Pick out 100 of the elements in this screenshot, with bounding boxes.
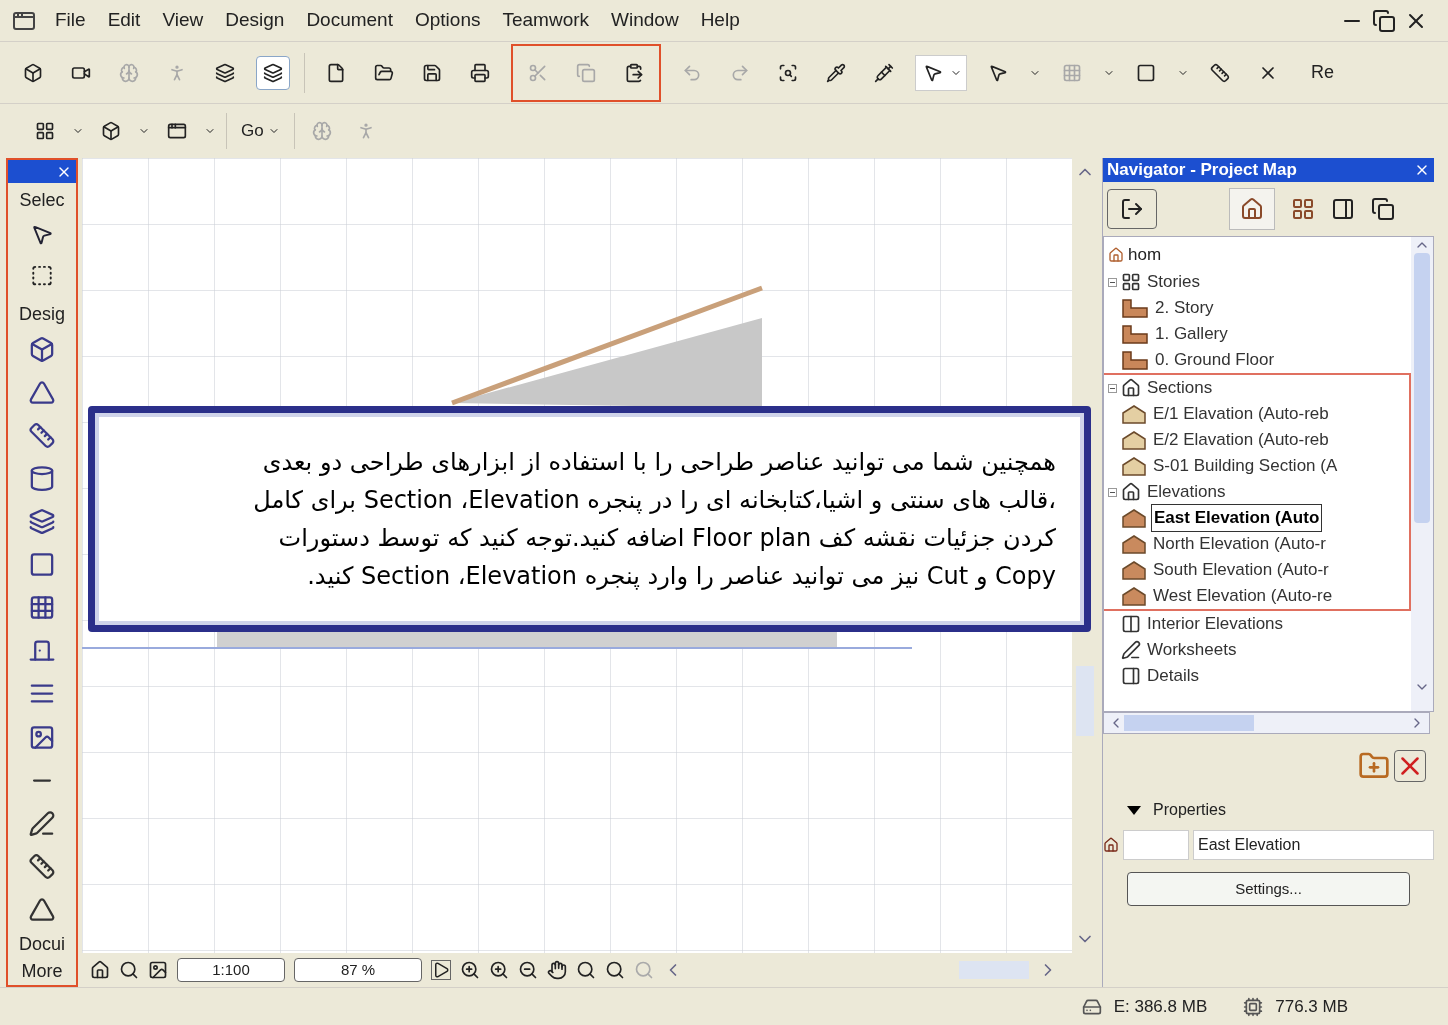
scroll-thumb[interactable] (1124, 715, 1254, 731)
toolbar-label[interactable]: Re (1311, 59, 1334, 86)
menu-item[interactable]: View (151, 6, 215, 35)
house-icon (1240, 197, 1264, 221)
project-map-tab[interactable] (1229, 188, 1275, 230)
house-icon[interactable] (90, 960, 110, 980)
chip-icon (1243, 996, 1264, 1017)
tree-item[interactable]: Stories (1145, 269, 1202, 295)
disk-space-label: E: 386.8 MB (1113, 995, 1208, 1018)
house-icon (1121, 430, 1147, 450)
tree-item[interactable]: 2. Story (1153, 295, 1216, 321)
floor-plan-icon[interactable] (1291, 197, 1315, 221)
export-icon (1120, 197, 1144, 221)
scroll-thumb[interactable] (1414, 253, 1430, 523)
arrow-pointer-icon[interactable] (30, 223, 54, 247)
panel-title: Navigator - Project Map (1107, 159, 1297, 182)
floor-icon (1121, 298, 1149, 318)
toolbox-section-label: More (21, 960, 63, 983)
tree-item[interactable]: Worksheets (1145, 637, 1239, 663)
hand-icon[interactable] (547, 960, 567, 980)
tree-item[interactable]: North Elevation (Auto-r (1151, 531, 1328, 557)
scale-field[interactable]: 1:100 (177, 958, 285, 982)
export-button[interactable] (1107, 189, 1157, 229)
toolbox-section-label: Docui (19, 933, 65, 956)
tree-item[interactable]: S-01 Building Section (A (1151, 453, 1340, 479)
menu-item[interactable]: Options (404, 6, 492, 35)
magnifier-icon[interactable] (119, 960, 139, 980)
slab-icon[interactable] (28, 508, 56, 536)
tree-item[interactable]: hom (1128, 242, 1162, 268)
tree-item[interactable]: Elevations (1145, 479, 1228, 505)
go-dropdown[interactable]: Go (237, 118, 284, 144)
settings-button[interactable]: Settings... (1127, 872, 1410, 906)
menu-item[interactable]: File (44, 6, 97, 35)
menu-item[interactable]: Window (600, 6, 690, 35)
menu-item[interactable]: Document (295, 6, 404, 35)
house-icon (1103, 837, 1119, 853)
play-icon[interactable] (431, 960, 451, 980)
copy-icon[interactable] (1371, 197, 1395, 221)
tree-item[interactable]: Sections (1145, 375, 1215, 401)
zoom-field[interactable]: 87 % (294, 958, 422, 982)
magnifier-icon[interactable] (576, 960, 596, 980)
menu-item[interactable]: Teamwork (491, 6, 601, 35)
shape-icon[interactable] (28, 551, 56, 579)
house-icon (1121, 404, 1147, 424)
scroll-thumb[interactable] (959, 961, 1029, 979)
expander-icon[interactable] (1108, 277, 1117, 287)
tree-item[interactable]: East Elevation (Auto (1151, 504, 1323, 532)
zoom-icon[interactable] (460, 960, 480, 980)
magnifier-icon[interactable] (605, 960, 625, 980)
zoom-in-icon[interactable] (489, 960, 509, 980)
scroll-thumb[interactable] (1076, 666, 1094, 736)
expander-icon[interactable] (1108, 383, 1117, 393)
window-icon[interactable] (28, 594, 56, 622)
tree-item[interactable]: 0. Ground Floor (1153, 347, 1277, 373)
house-icon (1121, 534, 1147, 554)
marquee-icon[interactable] (30, 264, 54, 288)
tree-item[interactable]: Interior Elevations (1145, 611, 1286, 637)
zoom-out-icon[interactable] (518, 960, 538, 980)
expander-icon[interactable] (1108, 487, 1117, 497)
menu-item[interactable]: Edit (96, 6, 152, 35)
picture-frame-icon[interactable] (148, 960, 168, 980)
house-icon (1121, 508, 1147, 528)
house-icon (1121, 560, 1147, 580)
wall-icon[interactable] (28, 335, 56, 363)
angle-icon[interactable] (28, 895, 56, 923)
line-icon[interactable] (28, 809, 56, 837)
toolbox-section-label: Desig (19, 302, 65, 326)
frame-icon (1121, 614, 1141, 634)
toolbox-section-label: Selec (19, 189, 65, 213)
house-icon (1121, 378, 1141, 398)
name-field[interactable]: East Elevation (1193, 830, 1434, 860)
memory-label: 776.3 MB (1275, 995, 1348, 1018)
tree-item[interactable]: West Elevation (Auto-re (1151, 583, 1335, 609)
menu-item[interactable]: Help (689, 6, 751, 35)
roof-icon[interactable] (28, 378, 56, 406)
pencil-icon (1121, 640, 1141, 660)
tree-item[interactable]: Details (1145, 663, 1201, 689)
mesh-icon[interactable] (28, 723, 56, 751)
collapse-triangle-icon[interactable] (1127, 805, 1141, 815)
house-icon (1121, 482, 1141, 502)
section-title: Properties (1153, 800, 1226, 820)
tree-item[interactable]: South Elevation (Auto-r (1151, 557, 1331, 583)
layout-icon[interactable] (1331, 197, 1355, 221)
tree-item[interactable]: 1. Gallery (1153, 321, 1230, 347)
id-field[interactable] (1123, 830, 1189, 860)
restore-icon[interactable] (1372, 8, 1396, 33)
floor-icon (1121, 324, 1149, 344)
stories-icon (1121, 272, 1141, 292)
delete-icon[interactable] (1394, 750, 1426, 782)
panel-icon (1121, 666, 1141, 686)
menu-item[interactable]: Design (214, 6, 296, 35)
tree-item[interactable]: E/2 Elavation (Auto-reb (1151, 427, 1331, 453)
dimension-icon[interactable] (28, 852, 56, 880)
tree-item[interactable]: E/1 Elavation (Auto-reb (1151, 401, 1331, 427)
house-icon (1121, 456, 1147, 476)
layers-icon[interactable] (256, 55, 290, 90)
floor-icon (1121, 350, 1149, 370)
column-icon[interactable] (28, 464, 56, 493)
beam-icon[interactable] (28, 421, 56, 449)
note-text: همچنین شما می توانید عناصر طراحی را با استفاده از ابزارهای طراحی دو بعدی ،قالب های سنتی و اشیا،کتابخانه ای را در پنجره Section ،Elevation برای کامل کردن جزئیات نقشه کف Floor plan اضافه کنید.توجه کنید که توسط دستورات Copy و Cut نیز می توانید عناصر را وارد پنجره Section ،Elevation کنید. (252, 447, 1056, 592)
